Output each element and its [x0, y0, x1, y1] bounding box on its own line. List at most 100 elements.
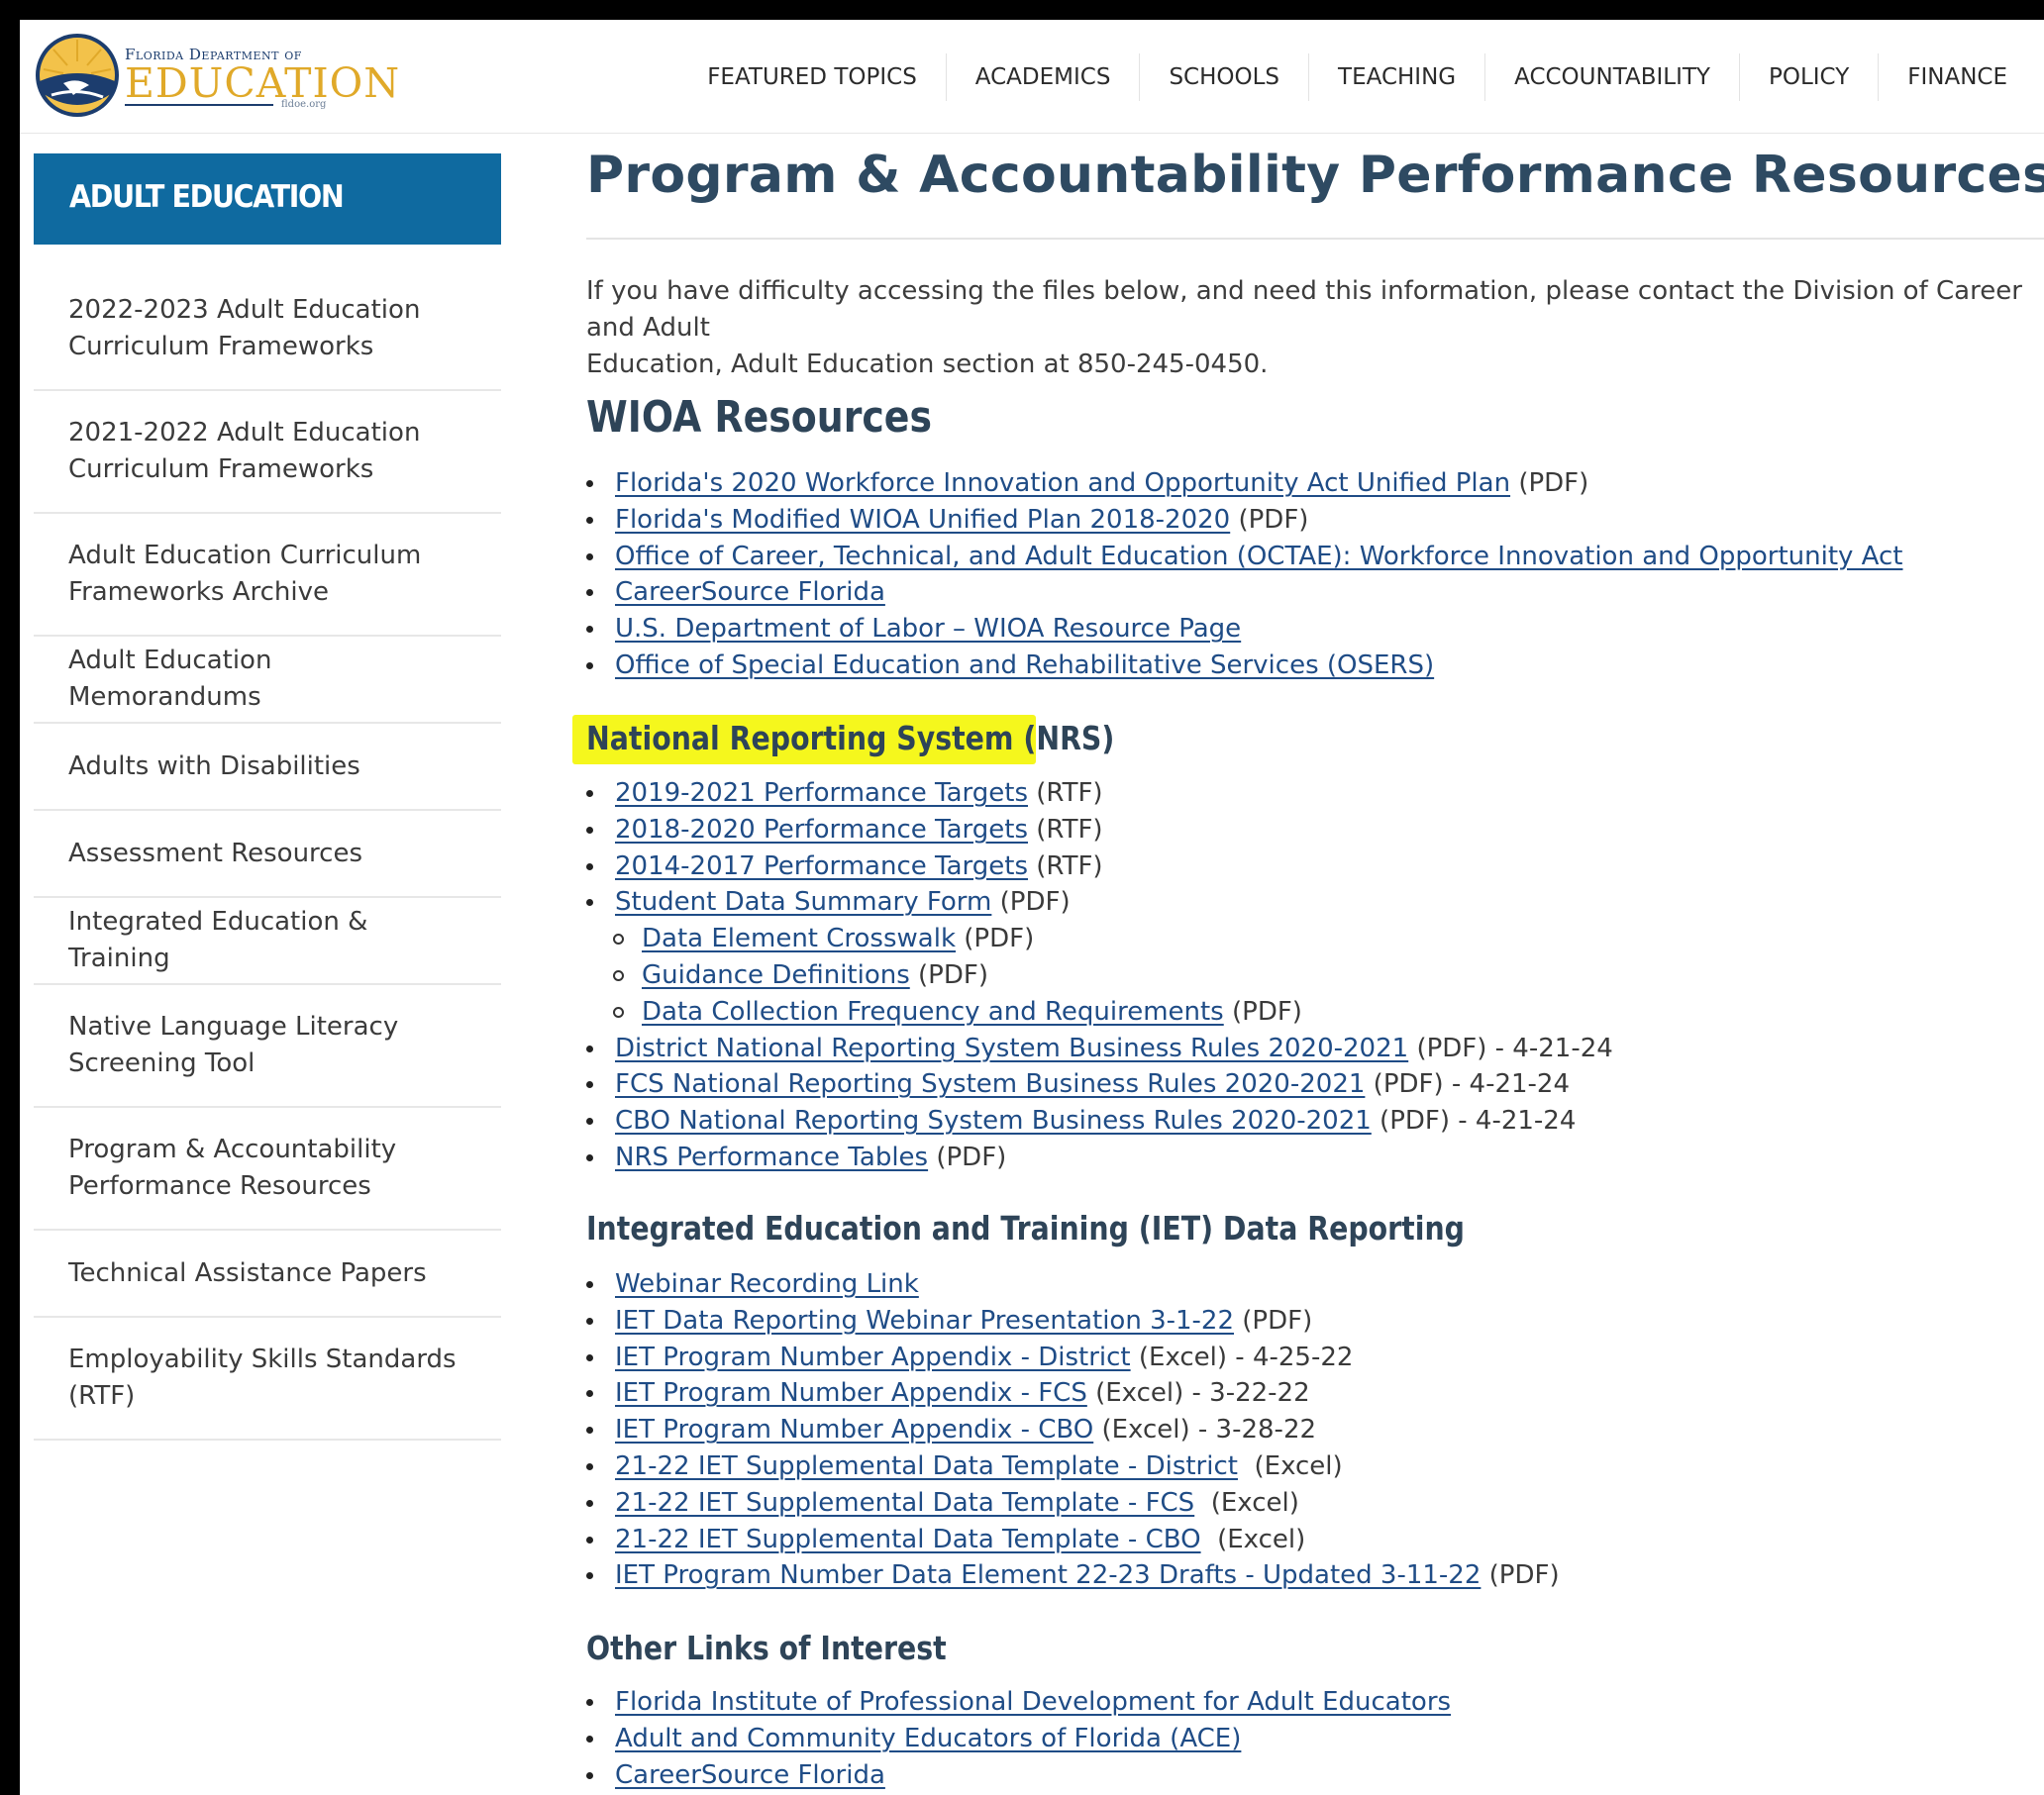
nrs-link[interactable]: CBO National Reporting System Business R… — [615, 1106, 1372, 1136]
wioa-list-item: Florida's 2020 Workforce Innovation and … — [586, 465, 1902, 502]
iet-list-item: 21-22 IET Supplemental Data Template - D… — [586, 1448, 1560, 1485]
nrs-link[interactable]: Student Data Summary Form — [615, 887, 991, 917]
iet-link[interactable]: IET Program Number Data Element 22-23 Dr… — [615, 1560, 1481, 1590]
intro-line1: If you have difficulty accessing the fil… — [586, 276, 2022, 343]
nrs-list-item: Guidance Definitions (PDF) — [586, 957, 1613, 994]
nav-policy[interactable]: POLICY — [1738, 53, 1878, 101]
sidebar-item-label-line: Adult Education Memorandums — [68, 646, 272, 712]
nav-schools[interactable]: SCHOOLS — [1139, 53, 1308, 101]
page-title: Program & Accountability Performance Res… — [586, 146, 2044, 205]
sidebar-item[interactable]: 2022-2023 Adult Education Curriculum Fram… — [34, 268, 501, 391]
file-type-note: (PDF) - 4-21-24 — [1371, 1106, 1577, 1137]
nrs-list-item: Data Collection Frequency and Requiremen… — [586, 994, 1613, 1031]
title-divider — [586, 238, 2044, 240]
nrs-list-item: FCS National Reporting System Business R… — [586, 1066, 1613, 1103]
sidebar-item-label-line: Assessment Resources — [68, 838, 363, 868]
sidebar-item[interactable]: Integrated Education & Training — [34, 898, 501, 985]
sidebar-item-label-line: Native Language Literacy — [68, 1012, 399, 1042]
sidebar-item-label-line: Technical Assistance Papers — [68, 1257, 427, 1288]
nav-academics[interactable]: ACADEMICS — [945, 53, 1140, 101]
sidebar-item-label-line: Integrated Education & Training — [68, 907, 368, 973]
nrs-link[interactable]: 2018-2020 Performance Targets — [615, 815, 1028, 845]
wioa-link[interactable]: Florida's Modified WIOA Unified Plan 201… — [615, 505, 1230, 535]
wioa-link[interactable]: CareerSource Florida — [615, 577, 885, 607]
other-link[interactable]: Florida Institute of Professional Develo… — [615, 1687, 1451, 1717]
intro-line2: Education, Adult Education section at 85… — [586, 349, 1269, 379]
nrs-link[interactable]: District National Reporting System Busin… — [615, 1034, 1408, 1063]
wioa-link[interactable]: Office of Career, Technical, and Adult E… — [615, 542, 1902, 571]
sidebar-item-label: Adults with Disabilities — [68, 748, 360, 785]
iet-link[interactable]: IET Data Reporting Webinar Presentation … — [615, 1306, 1234, 1336]
file-type-note: (Excel) - 3-28-22 — [1093, 1415, 1317, 1446]
iet-link[interactable]: Webinar Recording Link — [615, 1269, 919, 1299]
nrs-link[interactable]: NRS Performance Tables — [615, 1143, 928, 1172]
nrs-list-item: CBO National Reporting System Business R… — [586, 1103, 1613, 1140]
nrs-link[interactable]: 2014-2017 Performance Targets — [615, 851, 1028, 881]
iet-link[interactable]: IET Program Number Appendix - CBO — [615, 1415, 1093, 1445]
wioa-link[interactable]: U.S. Department of Labor – WIOA Resource… — [615, 614, 1241, 644]
nav-accountability[interactable]: ACCOUNTABILITY — [1484, 53, 1739, 101]
sidebar-item[interactable]: Program & Accountability Performance Reso… — [34, 1108, 501, 1231]
sidebar-title-label: ADULT EDUCATION — [69, 179, 345, 215]
wioa-link[interactable]: Office of Special Education and Rehabili… — [615, 650, 1434, 680]
top-nav: FEATURED TOPICS ACADEMICS SCHOOLS TEACHI… — [678, 53, 2036, 101]
file-type-note: (Excel) - 4-25-22 — [1130, 1342, 1354, 1372]
file-type-note: (RTF) — [1028, 814, 1103, 845]
sidebar-nav: 2022-2023 Adult Education Curriculum Fram… — [34, 268, 501, 1441]
sidebar-title[interactable]: ADULT EDUCATION — [34, 153, 501, 245]
sidebar-item[interactable]: Assessment Resources — [34, 811, 501, 898]
sidebar-item[interactable]: Technical Assistance Papers — [34, 1231, 501, 1318]
sidebar-item-label: 2021-2022 Adult Education Curriculum Fram… — [68, 415, 420, 488]
wioa-list-item: Florida's Modified WIOA Unified Plan 201… — [586, 502, 1902, 539]
sidebar-item-label-line: Employability Skills Standards — [68, 1345, 457, 1374]
sidebar-item-label: Technical Assistance Papers — [68, 1255, 427, 1292]
other-link[interactable]: CareerSource Florida — [615, 1760, 885, 1790]
nrs-link[interactable]: Guidance Definitions — [642, 960, 910, 990]
sidebar-item-label: Native Language Literacy Screening Tool — [68, 1009, 398, 1082]
logo-rule — [125, 104, 273, 106]
sidebar-item-label-line: Curriculum Frameworks — [68, 332, 374, 361]
other-link[interactable]: Adult and Community Educators of Florida… — [615, 1724, 1241, 1753]
nrs-link[interactable]: FCS National Reporting System Business R… — [615, 1069, 1365, 1099]
sidebar-item-label-line: Frameworks Archive — [68, 577, 330, 607]
sidebar-item[interactable]: Employability Skills Standards (RTF) — [34, 1318, 501, 1441]
iet-link[interactable]: IET Program Number Appendix - FCS — [615, 1378, 1087, 1408]
nrs-link[interactable]: Data Collection Frequency and Requiremen… — [642, 997, 1224, 1027]
file-type-note: (PDF) - 4-21-24 — [1408, 1033, 1613, 1063]
file-type-note: (Excel) — [1200, 1524, 1306, 1554]
nrs-link[interactable]: 2019-2021 Performance Targets — [615, 778, 1028, 808]
file-type-note: (PDF) — [1230, 504, 1309, 535]
file-type-note: (PDF) — [1234, 1305, 1313, 1336]
iet-list-item: IET Program Number Appendix - CBO (Excel… — [586, 1412, 1560, 1448]
sidebar-item-label-line: Curriculum Frameworks — [68, 454, 374, 484]
file-type-note: (Excel) - 3-22-22 — [1086, 1378, 1310, 1409]
nav-finance[interactable]: FINANCE — [1878, 53, 2036, 101]
sidebar-item-label-line: Performance Resources — [68, 1171, 371, 1201]
file-type-note: (PDF) — [909, 959, 988, 990]
sidebar-item[interactable]: 2021-2022 Adult Education Curriculum Fram… — [34, 391, 501, 514]
sidebar-item-label: Adult Education Memorandums — [68, 643, 466, 716]
iet-link[interactable]: 21-22 IET Supplemental Data Template - F… — [615, 1488, 1194, 1518]
nrs-list-item: NRS Performance Tables (PDF) — [586, 1140, 1613, 1176]
file-type-note: (RTF) — [1028, 778, 1103, 808]
sidebar-item[interactable]: Adults with Disabilities — [34, 724, 501, 811]
sidebar-item[interactable]: Adult Education Memorandums — [34, 637, 501, 724]
nrs-heading: National Reporting System (NRS) — [586, 719, 1115, 757]
fldoe-logo[interactable]: Florida Department of EDUCATION fldoe.or… — [34, 32, 399, 121]
wioa-heading: WIOA Resources — [586, 392, 932, 443]
nrs-list-item: District National Reporting System Busin… — [586, 1031, 1613, 1067]
sidebar-item[interactable]: Native Language Literacy Screening Tool — [34, 985, 501, 1108]
nav-teaching[interactable]: TEACHING — [1308, 53, 1484, 101]
sidebar-item-label: Employability Skills Standards (RTF) — [68, 1342, 457, 1415]
iet-link[interactable]: 21-22 IET Supplemental Data Template - C… — [615, 1525, 1201, 1554]
nrs-list-item: 2014-2017 Performance Targets (RTF) — [586, 848, 1613, 885]
sidebar-item[interactable]: Adult Education Curriculum Frameworks Arc… — [34, 514, 501, 637]
nav-featured-topics[interactable]: FEATURED TOPICS — [678, 53, 946, 101]
iet-link[interactable]: 21-22 IET Supplemental Data Template - D… — [615, 1451, 1238, 1481]
nrs-link[interactable]: Data Element Crosswalk — [642, 924, 956, 953]
iet-list-item: Webinar Recording Link — [586, 1266, 1560, 1303]
wioa-link[interactable]: Florida's 2020 Workforce Innovation and … — [615, 468, 1510, 498]
wioa-list-item: Office of Special Education and Rehabili… — [586, 648, 1902, 684]
iet-link[interactable]: IET Program Number Appendix - District — [615, 1343, 1131, 1372]
file-type-note: (PDF) - 4-21-24 — [1365, 1069, 1570, 1100]
